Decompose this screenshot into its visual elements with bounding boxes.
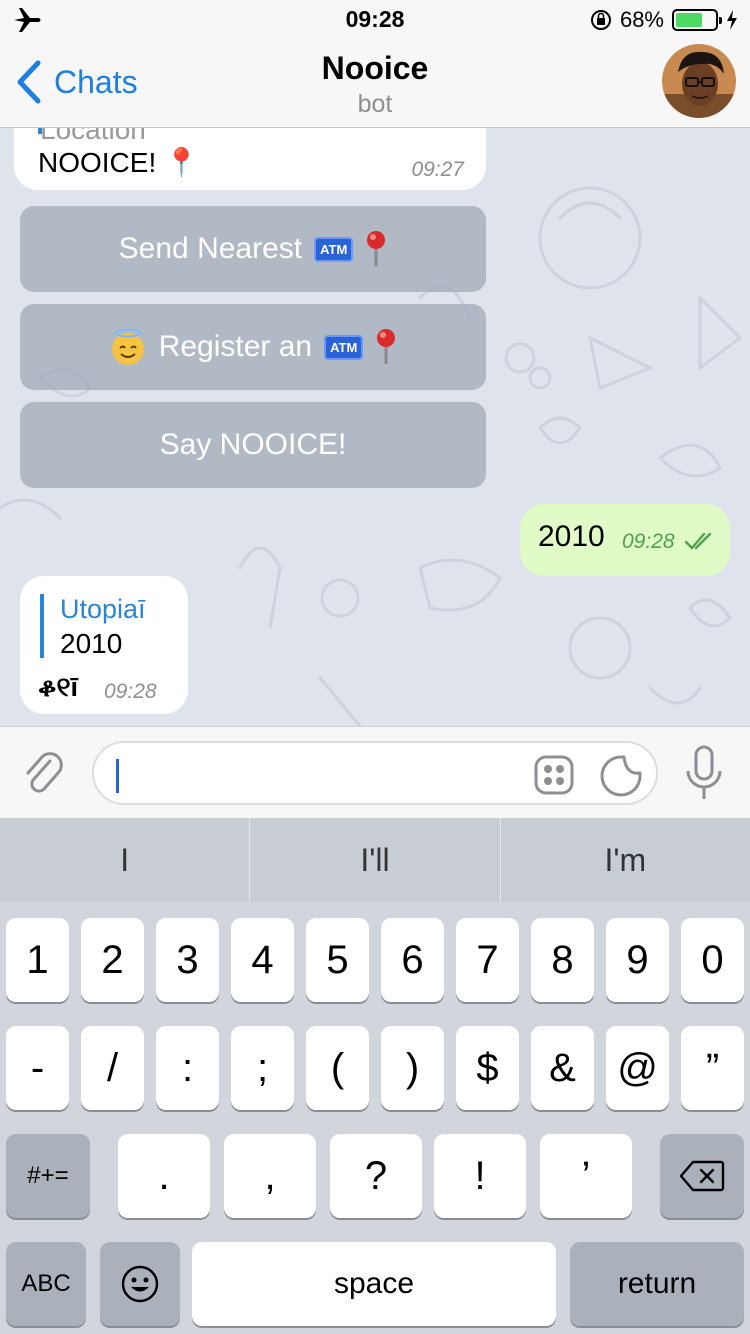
message-outgoing[interactable]: 2010 09:28	[520, 504, 730, 576]
bot-button-send-nearest[interactable]: Send Nearest ATM	[20, 206, 486, 292]
orientation-lock-icon	[590, 10, 611, 30]
status-right: 68%	[590, 6, 738, 34]
key-question[interactable]: ?	[330, 1134, 422, 1218]
message-text: NOOICE! 📍	[38, 147, 199, 178]
key-exclamation[interactable]: !	[434, 1134, 526, 1218]
message-time: 09:28	[104, 680, 157, 703]
key-4[interactable]: 4	[231, 918, 294, 1002]
pin-icon	[377, 329, 396, 364]
reply-author: Utopiaī	[60, 594, 146, 624]
suggestion[interactable]: I'm	[501, 818, 750, 902]
key-return[interactable]: return	[570, 1242, 744, 1326]
key-more-symbols[interactable]: #+=	[6, 1134, 90, 1218]
nav-bar: Chats Nooice bot	[0, 40, 750, 128]
bot-button-label: Register an	[158, 330, 313, 363]
message-time: 09:28	[622, 530, 675, 553]
message-text: 2010	[538, 520, 605, 553]
keyboard: I I'll I'm 1 2 3 4 5 6 7 8 9 0 - / : ; (…	[0, 818, 750, 1334]
key-2[interactable]: 2	[81, 918, 144, 1002]
key-apostrophe[interactable]: ’	[540, 1134, 632, 1218]
bot-commands-icon[interactable]	[534, 755, 574, 795]
microphone-icon[interactable]	[684, 745, 724, 803]
message-input-bar	[0, 726, 750, 818]
key-slash[interactable]: /	[81, 1026, 144, 1110]
reply-indicator	[40, 594, 44, 658]
key-7[interactable]: 7	[456, 918, 519, 1002]
battery-percent: 68%	[619, 7, 664, 32]
key-comma[interactable]: ,	[224, 1134, 316, 1218]
key-8[interactable]: 8	[531, 918, 594, 1002]
battery-fill	[676, 13, 702, 27]
avatar[interactable]	[662, 44, 736, 118]
key-0[interactable]: 0	[681, 918, 744, 1002]
key-colon[interactable]: :	[156, 1026, 219, 1110]
atm-icon: ATM	[314, 236, 354, 262]
key-9[interactable]: 9	[606, 918, 669, 1002]
message-time: 09:27	[411, 158, 464, 181]
key-5[interactable]: 5	[306, 918, 369, 1002]
key-period[interactable]: .	[118, 1134, 210, 1218]
delete-key[interactable]	[660, 1134, 744, 1218]
attach-icon[interactable]	[20, 749, 68, 797]
key-hyphen[interactable]: -	[6, 1026, 69, 1110]
suggestion[interactable]: I'll	[250, 818, 501, 902]
chat-title[interactable]: Nooice	[0, 50, 750, 87]
key-6[interactable]: 6	[381, 918, 444, 1002]
message-input[interactable]	[92, 741, 658, 805]
battery-icon	[672, 9, 722, 31]
message-text: ቆ୧ī	[38, 672, 79, 702]
read-checkmarks-icon	[684, 532, 712, 550]
key-emoji[interactable]	[100, 1242, 180, 1326]
bot-button-label: Say NOOICE!	[159, 428, 347, 461]
key-at[interactable]: @	[606, 1026, 669, 1110]
suggestion[interactable]: I	[0, 818, 251, 902]
pin-icon	[367, 231, 386, 266]
chat-area[interactable]: Location NOOICE! 📍 09:27 Send Nearest AT…	[0, 128, 750, 726]
atm-icon: ATM	[324, 334, 364, 360]
bot-button-say-nooice[interactable]: Say NOOICE!	[20, 402, 486, 488]
reply-text: 2010	[60, 628, 123, 659]
sticker-icon[interactable]	[600, 755, 642, 797]
key-ampersand[interactable]: &	[531, 1026, 594, 1110]
bot-button-register-an[interactable]: Register an ATM	[20, 304, 486, 390]
chat-subtitle: bot	[357, 90, 393, 118]
predictive-bar: I I'll I'm	[0, 818, 750, 902]
bot-button-label: Send Nearest	[118, 232, 303, 265]
key-1[interactable]: 1	[6, 918, 69, 1002]
key-dollar[interactable]: $	[456, 1026, 519, 1110]
text-caret	[116, 759, 119, 793]
key-close-paren[interactable]: )	[381, 1026, 444, 1110]
key-3[interactable]: 3	[156, 918, 219, 1002]
key-open-paren[interactable]: (	[306, 1026, 369, 1110]
message-location[interactable]: Location NOOICE! 📍 09:27	[14, 128, 486, 190]
key-semicolon[interactable]: ;	[231, 1026, 294, 1110]
key-space[interactable]: space	[192, 1242, 556, 1326]
charging-icon	[727, 10, 737, 30]
key-abc[interactable]: ABC	[6, 1242, 86, 1326]
halo-emoji-icon	[111, 328, 144, 365]
reply-label: Location	[40, 128, 146, 145]
backspace-icon	[679, 1160, 725, 1192]
status-bar: 09:28 68%	[0, 0, 750, 40]
key-quote[interactable]: ”	[681, 1026, 744, 1110]
message-incoming-reply[interactable]: Utopiaī 2010 ቆ୧ī 09:28	[20, 576, 188, 714]
emoji-icon	[121, 1265, 159, 1303]
